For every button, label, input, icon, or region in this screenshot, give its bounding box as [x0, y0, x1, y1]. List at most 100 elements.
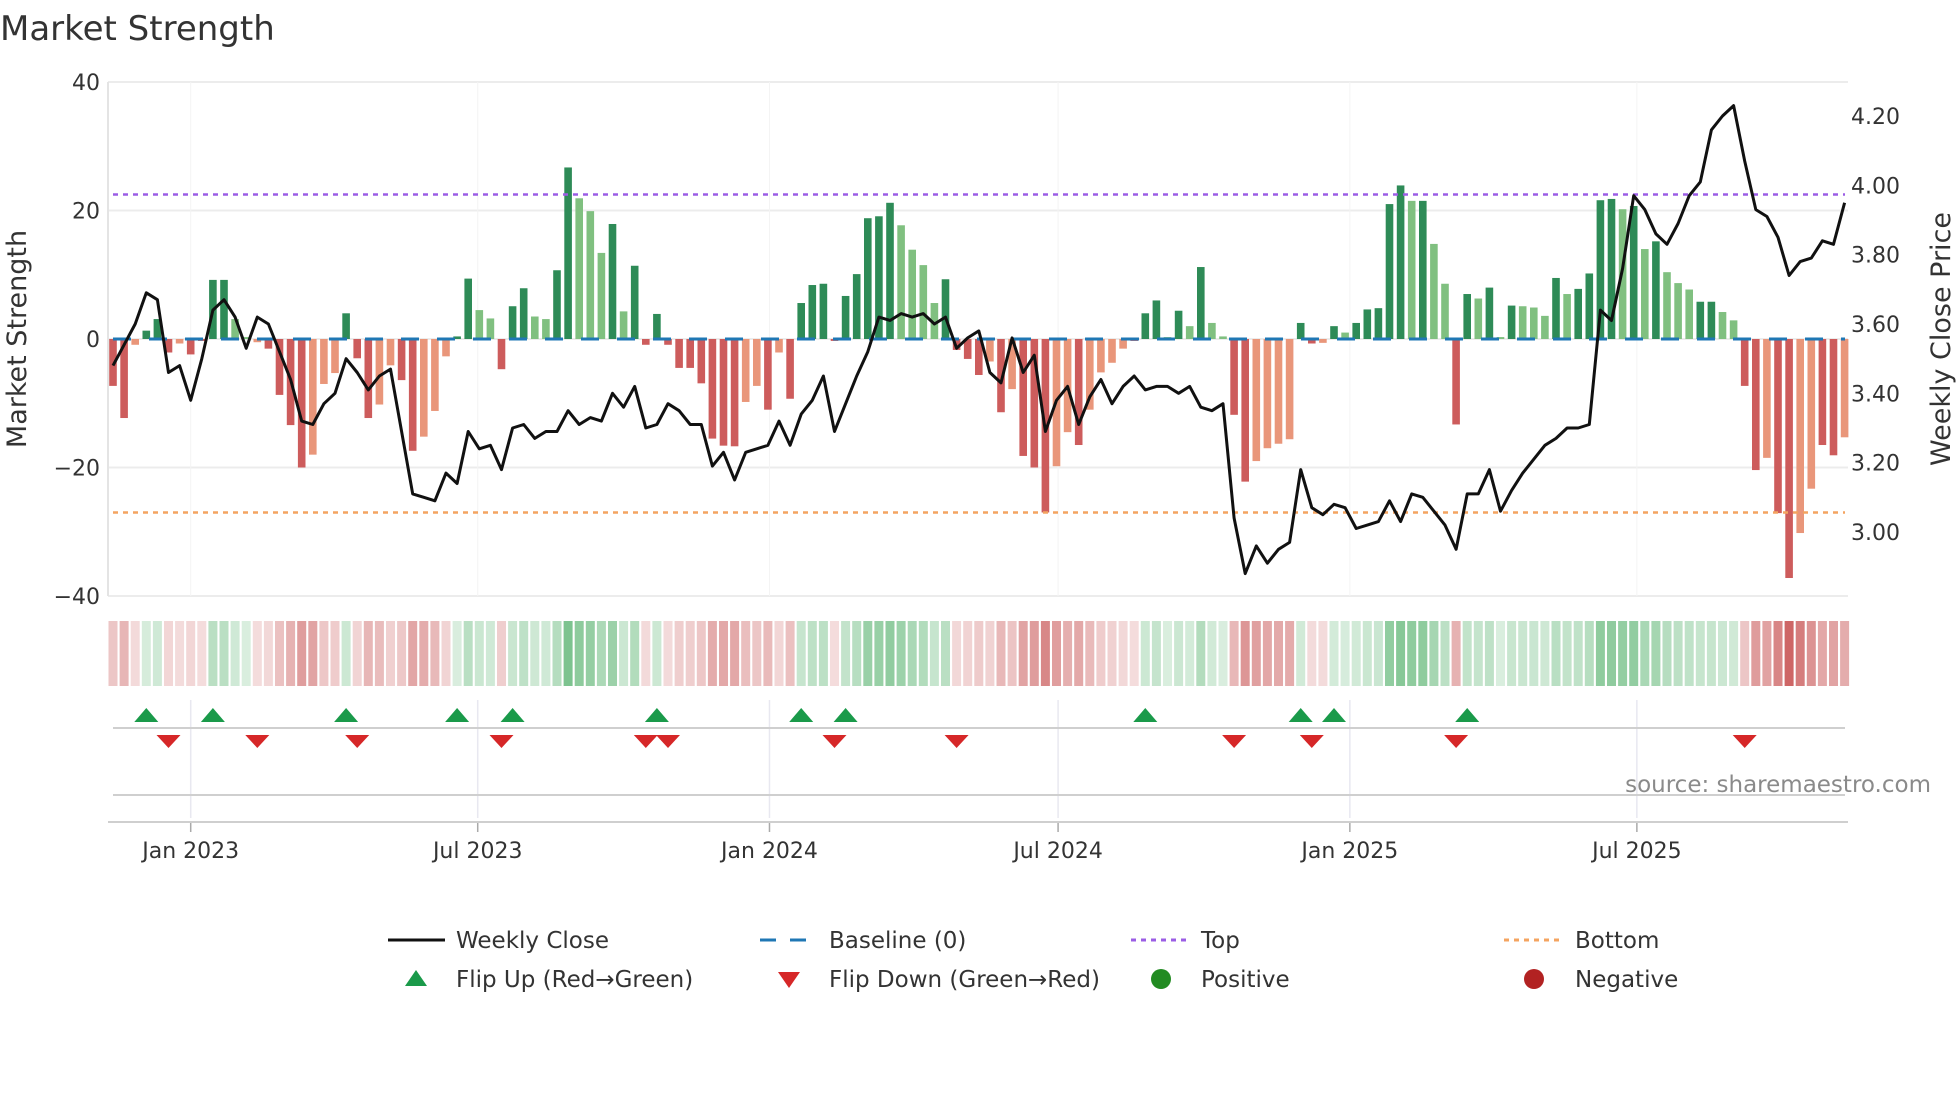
heat-cell [374, 621, 384, 686]
heat-cell [419, 621, 429, 686]
heat-cell [1773, 621, 1783, 686]
heat-cell [1018, 621, 1028, 686]
strength-bar [320, 339, 328, 384]
heat-cell [1362, 621, 1372, 686]
flip-up-marker [500, 708, 525, 722]
heat-cell [1285, 621, 1295, 686]
strength-bar [464, 278, 472, 339]
strength-bar [1452, 339, 1460, 425]
heat-cell [1074, 621, 1084, 686]
heat-cell [741, 621, 751, 686]
heat-cell [1262, 621, 1272, 686]
heat-cell [1040, 621, 1050, 686]
strength-bar [1230, 339, 1238, 415]
x-tick-label: Jan 2024 [719, 839, 818, 864]
y2-tick-label: 4.00 [1851, 174, 1900, 199]
heat-cell [730, 621, 740, 686]
strength-bar [1108, 339, 1116, 363]
strength-bar [597, 252, 606, 339]
flip-down-marker [822, 735, 847, 748]
heat-cell [1129, 621, 1139, 686]
strength-bar [1430, 243, 1438, 339]
strength-bar [1319, 339, 1327, 343]
heat-cell [275, 621, 284, 686]
heat-cell [541, 621, 551, 686]
strength-bar [1674, 283, 1682, 339]
strength-bar [1241, 339, 1249, 482]
heat-cell [763, 621, 773, 686]
heat-cell [1007, 621, 1017, 686]
strength-bar [1219, 336, 1227, 339]
strength-bar [1574, 288, 1582, 339]
strength-bar [919, 265, 928, 339]
heat-cell [397, 621, 407, 686]
strength-bar [653, 313, 661, 339]
heat-cell [1540, 621, 1550, 686]
heat-cell [1085, 621, 1095, 686]
heat-cell [1718, 621, 1727, 686]
heat-cell [1484, 621, 1494, 686]
strength-bar [753, 339, 761, 386]
heat-cell [1840, 621, 1850, 686]
flip-up-marker [644, 708, 669, 722]
heat-cell [1174, 621, 1184, 686]
heat-cell [852, 621, 862, 686]
heat-cell [929, 621, 939, 686]
heat-cell [796, 621, 806, 686]
legend-flip-down-triangle-icon [778, 972, 800, 988]
heat-cell [1351, 621, 1361, 686]
strength-bar [608, 223, 617, 339]
strength-bar [1274, 339, 1283, 444]
strength-bar [1296, 322, 1305, 339]
heat-cell [1163, 621, 1172, 686]
heat-cell [441, 621, 451, 686]
heat-cell [430, 621, 440, 686]
heat-cell [508, 621, 518, 686]
heat-cell [141, 621, 151, 686]
heat-cell [785, 621, 795, 686]
heat-cell [1451, 621, 1461, 686]
strength-bar [1685, 289, 1693, 339]
strength-bar [864, 218, 872, 339]
strength-bar [1330, 326, 1338, 339]
heat-cell [596, 621, 606, 686]
y-tick-label: 20 [72, 200, 100, 225]
y-tick-label: −20 [54, 457, 100, 482]
legend-positive-dot-icon [1151, 969, 1171, 989]
heat-cell [719, 621, 728, 686]
strength-bar [1074, 339, 1083, 446]
strength-bar [1729, 320, 1738, 339]
flip-down-marker [1444, 735, 1469, 748]
heat-cell [1140, 621, 1150, 686]
strength-bar [642, 339, 650, 345]
heat-cell [197, 621, 207, 686]
strength-bar [353, 339, 361, 359]
strength-bar [1396, 185, 1405, 339]
strength-bar [1285, 339, 1294, 440]
y-axis-title: Market Strength [2, 230, 33, 448]
heat-cell [1695, 621, 1705, 686]
strength-bar [1385, 204, 1394, 339]
legend-bottom: Bottom [1575, 928, 1659, 954]
flip-down-marker [156, 735, 181, 748]
heat-cell [108, 621, 118, 686]
heat-cell [1496, 621, 1505, 686]
strength-bar [1097, 339, 1105, 373]
heat-cell [630, 621, 640, 686]
heat-cell [152, 621, 162, 686]
heat-cell [1762, 621, 1772, 686]
heat-cell [985, 621, 995, 686]
flip-down-marker [1732, 735, 1757, 748]
x-tick-label: Jan 2025 [1299, 839, 1398, 864]
heat-cell [1507, 621, 1517, 686]
flip-down-marker [656, 735, 680, 748]
strength-bar [697, 339, 706, 384]
strength-bar [1374, 308, 1383, 339]
heat-cell [1673, 621, 1683, 686]
heat-cell [363, 621, 373, 686]
heat-cell [230, 621, 240, 686]
heat-cell [208, 621, 218, 686]
y2-axis-title: Weekly Close Price [1926, 212, 1957, 466]
strength-bar [1829, 339, 1838, 456]
strength-bar [1152, 300, 1161, 339]
